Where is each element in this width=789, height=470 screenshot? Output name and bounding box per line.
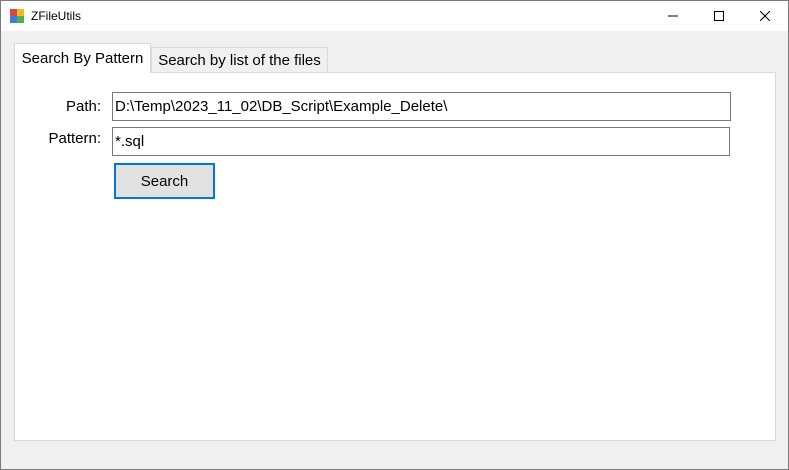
maximize-button[interactable] — [696, 1, 742, 31]
pattern-label: Pattern: — [48, 130, 101, 147]
minimize-button[interactable] — [650, 1, 696, 31]
window-title: ZFileUtils — [31, 9, 81, 23]
app-window: ZFileUtils Search By Pattern Search by l… — [0, 0, 789, 470]
close-icon — [760, 11, 770, 21]
minimize-icon — [668, 15, 678, 17]
search-button[interactable]: Search — [114, 163, 215, 199]
close-button[interactable] — [742, 1, 788, 31]
tab-search-by-pattern[interactable]: Search By Pattern — [14, 43, 151, 73]
maximize-icon — [714, 11, 724, 21]
path-input[interactable] — [112, 92, 731, 121]
pattern-input[interactable] — [112, 127, 730, 156]
title-bar[interactable]: ZFileUtils — [1, 1, 788, 31]
tab-search-by-list[interactable]: Search by list of the files — [151, 47, 328, 73]
app-icon — [10, 9, 24, 23]
path-label: Path: — [65, 98, 101, 115]
